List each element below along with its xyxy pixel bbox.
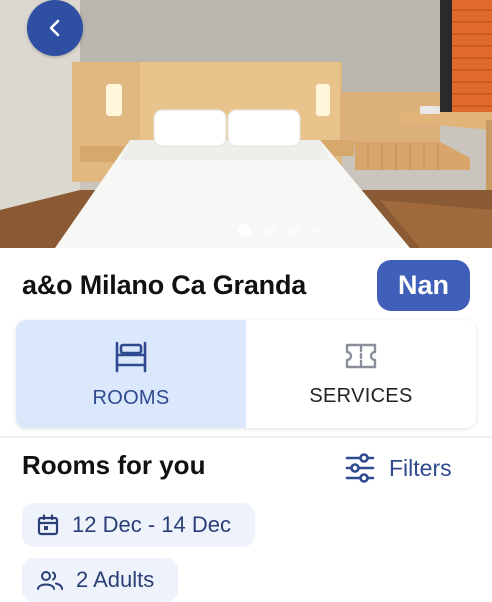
carousel-dot[interactable] <box>238 224 251 237</box>
users-icon <box>37 571 63 590</box>
section-divider <box>0 436 492 438</box>
date-range-text: 12 Dec - 14 Dec <box>72 512 231 537</box>
guests-text: 2 Adults <box>76 567 155 592</box>
hotel-photo-carousel[interactable] <box>0 0 492 248</box>
hotel-name: a&o Milano Ca Granda <box>22 270 307 300</box>
back-button[interactable] <box>27 0 83 56</box>
calendar-icon <box>37 514 59 536</box>
carousel-dot[interactable] <box>289 225 299 236</box>
tab-rooms[interactable]: ROOMS <box>16 320 246 428</box>
tab-services-label: SERVICES <box>309 384 413 407</box>
tab-bar: ROOMS SERVICES <box>16 320 476 428</box>
carousel-dot[interactable] <box>313 227 319 234</box>
filters-label: Filters <box>389 454 452 481</box>
guests-chip[interactable]: 2 Adults <box>22 558 178 602</box>
rooms-section-title: Rooms for you <box>22 450 206 480</box>
ticket-icon <box>345 343 377 368</box>
rating-badge: Nan <box>377 260 470 311</box>
chevron-left-icon <box>49 19 60 37</box>
bed-icon <box>115 341 147 372</box>
date-range-chip[interactable]: 12 Dec - 14 Dec <box>22 503 255 547</box>
tab-rooms-label: ROOMS <box>92 386 170 409</box>
carousel-indicator <box>238 224 319 237</box>
filters-button[interactable]: Filters <box>344 452 452 484</box>
carousel-dot[interactable] <box>265 225 275 236</box>
sliders-icon <box>345 453 375 483</box>
tab-services[interactable]: SERVICES <box>246 320 476 428</box>
